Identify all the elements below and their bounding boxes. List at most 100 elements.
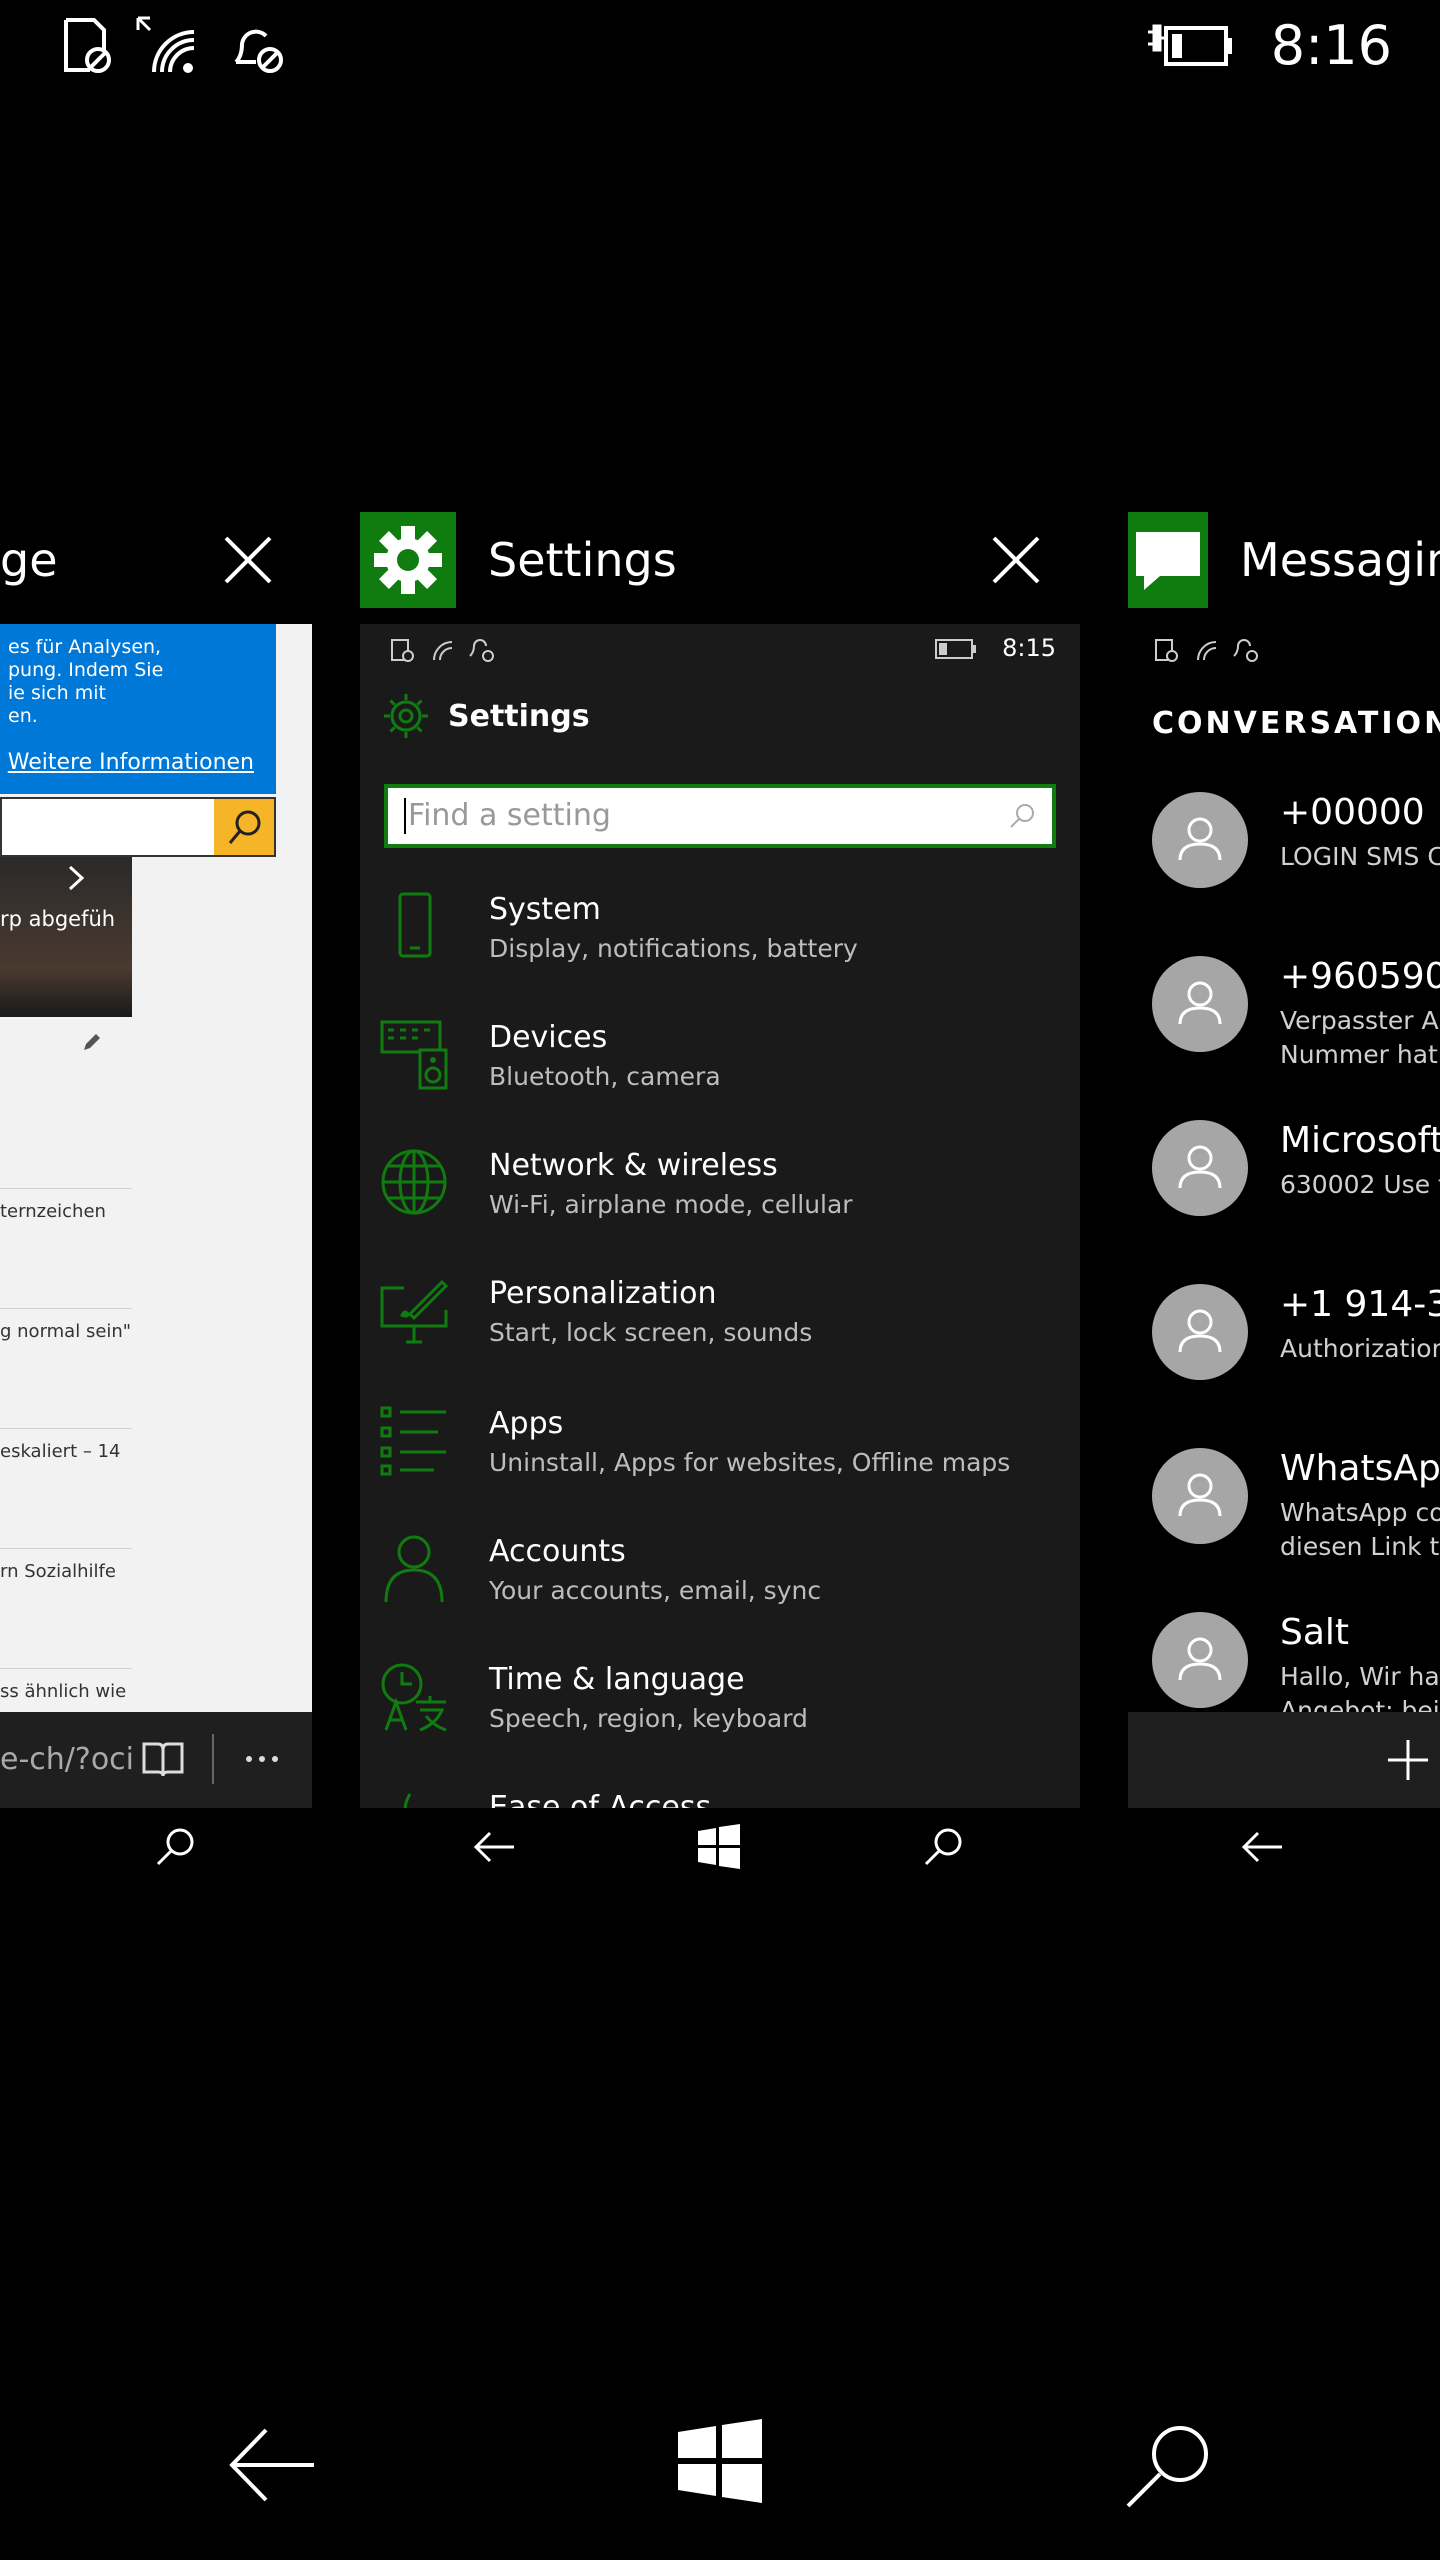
settings-item-subtitle: Your accounts, email, sync <box>489 1576 822 1605</box>
avatar <box>1152 956 1248 1052</box>
globe-icon <box>381 1149 447 1215</box>
settings-item-apps[interactable]: Apps Uninstall, Apps for websites, Offli… <box>380 1406 1060 1516</box>
new-message-icon[interactable] <box>1386 1738 1430 1782</box>
browser-preview[interactable]: es für Analysen, pung. Indem Sie ie sich… <box>0 624 312 1808</box>
avatar <box>1152 1448 1248 1544</box>
messaging-app-bar <box>1128 1712 1440 1808</box>
settings-item-system[interactable]: System Display, notifications, battery <box>380 892 1060 1002</box>
back-arrow-icon[interactable] <box>470 1822 520 1872</box>
settings-item-ease-of-access[interactable]: Ease of Access <box>380 1790 1060 1808</box>
settings-item-time-language[interactable]: Time & language Speech, region, keyboard <box>380 1662 1060 1772</box>
edit-icon[interactable] <box>80 1030 104 1054</box>
person-icon <box>1178 817 1222 861</box>
settings-item-subtitle: Speech, region, keyboard <box>489 1704 808 1733</box>
settings-item-title: Apps <box>489 1406 564 1441</box>
conversation-name: +96059010 <box>1280 956 1440 997</box>
ease-of-access-icon <box>403 1793 412 1808</box>
settings-item-subtitle: Bluetooth, camera <box>489 1062 721 1091</box>
conversation-item[interactable]: Microsoft 630002 Use thi <box>1152 1120 1440 1250</box>
settings-gear-icon <box>384 694 428 738</box>
conversation-name: +00000 <box>1280 792 1425 833</box>
divider <box>212 1734 214 1784</box>
settings-item-title: System <box>489 892 601 927</box>
page-title: Settings <box>448 698 590 734</box>
person-icon <box>1178 1637 1222 1681</box>
personalization-icon <box>380 1279 449 1344</box>
conversation-item[interactable]: +00000 LOGIN SMS CO <box>1152 792 1440 922</box>
avatar <box>1152 1120 1248 1216</box>
search-button[interactable] <box>1120 2418 1220 2518</box>
devices-icon <box>380 1020 448 1090</box>
battery-icon <box>935 639 976 659</box>
close-settings-button[interactable] <box>986 530 1046 590</box>
browser-url[interactable]: e-ch/?oci <box>0 1742 134 1777</box>
settings-item-personalization[interactable]: Personalization Start, lock screen, soun… <box>380 1276 1060 1386</box>
news-item[interactable]: eskaliert – 14 <box>0 1428 132 1462</box>
conversations-header: CONVERSATIONS <box>1152 706 1440 741</box>
reading-view-icon[interactable] <box>140 1738 186 1780</box>
wifi-icon <box>136 16 195 73</box>
messaging-app-tile <box>1128 512 1208 608</box>
person-icon <box>1178 1145 1222 1189</box>
search-icon[interactable] <box>1006 800 1038 832</box>
gear-icon <box>374 526 442 594</box>
avatar <box>1152 792 1248 888</box>
more-info-link[interactable]: Weitere Informationen <box>8 751 254 774</box>
battery-charging-icon <box>1148 24 1232 66</box>
messaging-card-title: Messagin <box>1240 533 1440 587</box>
browser-address-bar[interactable]: e-ch/?oci <box>0 1712 312 1808</box>
search-icon <box>228 810 261 844</box>
settings-preview[interactable]: 8:15 Settings Find a setting System Disp… <box>360 624 1080 1808</box>
conversation-item[interactable]: +96059010 Verpasster Anr Nummer hat a <box>1152 956 1440 1086</box>
news-item[interactable]: ss ähnlich wie <box>0 1668 132 1702</box>
back-arrow-icon[interactable] <box>1238 1822 1288 1872</box>
conversation-preview: Authorization C <box>1280 1334 1440 1363</box>
browser-search-button[interactable] <box>214 799 274 855</box>
news-item[interactable]: g normal sein" <box>0 1308 132 1342</box>
settings-item-devices[interactable]: Devices Bluetooth, camera <box>380 1020 1060 1130</box>
find-setting-input[interactable]: Find a setting <box>384 784 1056 848</box>
text-caret <box>404 798 406 834</box>
news-item[interactable]: ternzeichen <box>0 1188 132 1222</box>
search-placeholder: Find a setting <box>408 798 611 833</box>
news-image[interactable]: rp abgefüh <box>0 857 132 1017</box>
conversation-preview: Verpasster Anr Nummer hat a <box>1280 1006 1440 1069</box>
no-alarm-icon <box>234 29 283 73</box>
clock: 8:16 <box>1270 14 1392 77</box>
back-button[interactable] <box>222 2420 322 2510</box>
settings-item-title: Devices <box>489 1020 608 1055</box>
cookie-notice: es für Analysen, pung. Indem Sie ie sich… <box>0 624 276 794</box>
time-language-icon <box>381 1663 447 1732</box>
windows-logo-icon[interactable] <box>694 1822 744 1872</box>
settings-page-header: Settings <box>382 692 590 740</box>
search-icon[interactable] <box>918 1822 968 1872</box>
person-icon <box>384 1535 444 1603</box>
no-sim-icon <box>64 18 111 73</box>
conversation-item[interactable]: +1 914-363 Authorization C <box>1152 1284 1440 1414</box>
person-icon <box>1178 1309 1222 1353</box>
start-button[interactable] <box>676 2418 764 2504</box>
settings-item-subtitle: Display, notifications, battery <box>489 934 858 963</box>
settings-card-header: Settings <box>360 512 1080 608</box>
conversation-item[interactable]: WhatsApp WhatsApp cod diesen Link tip <box>1152 1448 1440 1578</box>
conversation-preview: 630002 Use thi <box>1280 1170 1440 1199</box>
status-icons <box>391 639 494 662</box>
settings-item-subtitle: Start, lock screen, sounds <box>489 1318 813 1347</box>
settings-item-title: Accounts <box>489 1534 626 1569</box>
more-options-icon[interactable] <box>244 1754 280 1764</box>
news-item[interactable]: rn Sozialhilfe <box>0 1548 132 1582</box>
chevron-right-icon[interactable] <box>64 863 88 893</box>
conversation-preview: WhatsApp cod diesen Link tip <box>1280 1498 1440 1561</box>
settings-card-title: Settings <box>488 533 677 587</box>
settings-item-network-wireless[interactable]: Network & wireless Wi-Fi, airplane mode,… <box>380 1148 1060 1258</box>
apps-list-icon <box>380 1406 446 1476</box>
settings-item-accounts[interactable]: Accounts Your accounts, email, sync <box>380 1534 1060 1644</box>
close-browser-button[interactable] <box>218 530 278 590</box>
settings-item-title: Time & language <box>489 1662 745 1697</box>
browser-search-field[interactable] <box>0 797 276 857</box>
search-icon[interactable] <box>150 1822 200 1872</box>
settings-item-subtitle: Uninstall, Apps for websites, Offline ma… <box>489 1448 1011 1477</box>
conversation-name: Salt <box>1280 1612 1350 1653</box>
messaging-preview[interactable]: CONVERSATIONS +00000 LOGIN SMS CO +96059… <box>1128 624 1440 1808</box>
conversation-name: WhatsApp <box>1280 1448 1440 1489</box>
